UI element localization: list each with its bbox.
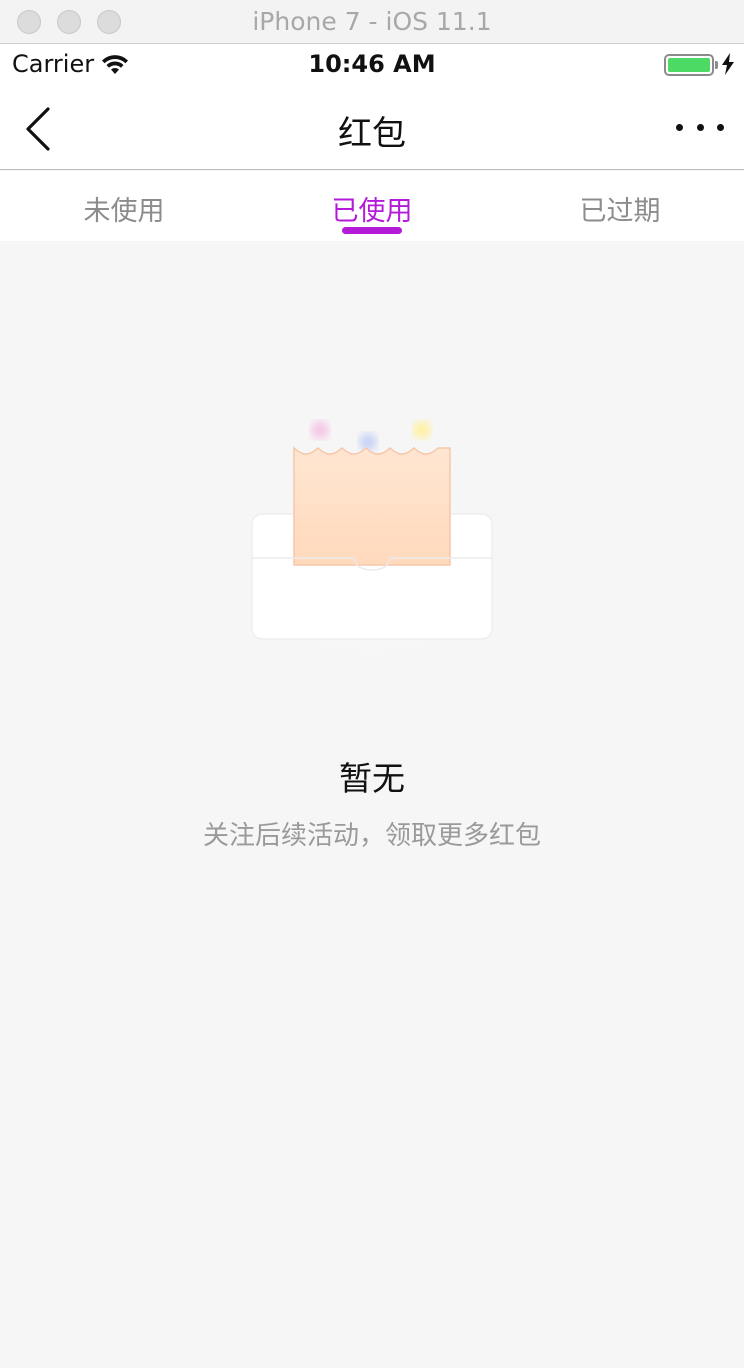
more-dot-icon xyxy=(717,123,724,131)
tab-label: 未使用 xyxy=(83,196,165,227)
battery-cap xyxy=(715,61,718,69)
simulator-window: iPhone 7 - iOS 11.1 Carrier 10:46 AM 红包 … xyxy=(0,0,744,1368)
more-options-button[interactable] xyxy=(672,110,728,144)
active-tab-indicator xyxy=(342,227,402,234)
tab-label: 已过期 xyxy=(579,196,661,227)
battery-icon xyxy=(664,54,714,76)
status-time: 10:46 AM xyxy=(308,50,436,78)
empty-state-title: 暂无 xyxy=(339,759,405,798)
empty-envelope-illustration xyxy=(212,421,532,670)
tab-bar: 未使用 已使用 已过期 xyxy=(0,171,744,241)
tab-used[interactable]: 已使用 xyxy=(248,171,496,241)
page-title: 红包 xyxy=(338,114,406,154)
window-titlebar: iPhone 7 - iOS 11.1 xyxy=(0,0,744,44)
charging-bolt-icon xyxy=(722,53,734,75)
more-dot-icon xyxy=(696,123,704,131)
more-dot-icon xyxy=(676,123,683,131)
tab-expired[interactable]: 已过期 xyxy=(496,171,744,241)
tab-unused[interactable]: 未使用 xyxy=(0,171,248,241)
navigation-bar: 红包 xyxy=(0,84,744,170)
tab-label: 已使用 xyxy=(331,196,413,227)
window-title: iPhone 7 - iOS 11.1 xyxy=(252,7,492,36)
empty-state-subtitle: 关注后续活动，领取更多红包 xyxy=(202,821,541,851)
status-bar: Carrier 10:46 AM xyxy=(0,44,744,84)
